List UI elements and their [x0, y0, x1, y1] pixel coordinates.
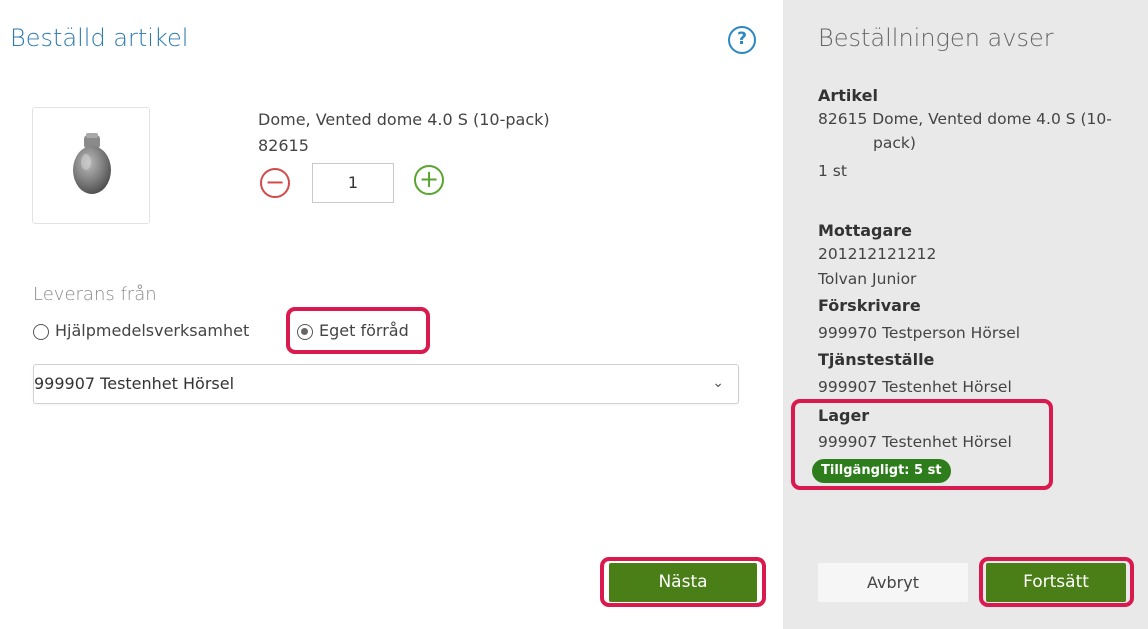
stock-heading: Lager — [818, 406, 870, 425]
radio-eget-forrad[interactable] — [297, 324, 313, 340]
recipient-name: Tolvan Junior — [818, 270, 917, 288]
minus-circle-icon[interactable]: − — [260, 168, 290, 198]
product-image — [32, 107, 150, 224]
recipient-heading: Mottagare — [818, 221, 912, 240]
radio-hjalpmedelsverksamhet[interactable] — [33, 324, 49, 340]
article-line1: 82615 Dome, Vented dome 4.0 S (10- — [818, 110, 1112, 128]
recipient-id: 201212121212 — [818, 245, 937, 263]
summary-title: Beställningen avser — [818, 24, 1054, 52]
service-location-heading: Tjänsteställe — [818, 350, 935, 369]
chevron-down-icon: ⌄ — [712, 375, 724, 391]
next-button[interactable]: Nästa — [609, 563, 757, 602]
unit-select-value: 999907 Testenhet Hörsel — [34, 374, 235, 393]
question-circle-icon[interactable]: ? — [728, 26, 756, 54]
prescriber-heading: Förskrivare — [818, 296, 921, 315]
radio-label-eget-forrad[interactable]: Eget förråd — [319, 321, 409, 340]
article-line2: pack) — [873, 134, 916, 152]
prescriber-value: 999970 Testperson Hörsel — [818, 324, 1021, 342]
quantity-input[interactable]: 1 — [312, 163, 394, 203]
cancel-button[interactable]: Avbryt — [818, 563, 968, 602]
hearing-aid-dome-icon — [73, 133, 111, 194]
radio-label-hjalpmedelsverksamhet[interactable]: Hjälpmedelsverksamhet — [55, 321, 249, 340]
article-quantity: 1 st — [818, 162, 847, 180]
article-heading: Artikel — [818, 86, 878, 105]
continue-button[interactable]: Fortsätt — [986, 563, 1126, 602]
availability-badge: Tillgängligt: 5 st — [812, 459, 951, 483]
product-sku: 82615 — [258, 136, 309, 155]
product-name: Dome, Vented dome 4.0 S (10-pack) — [258, 110, 550, 129]
order-item-panel: Beställd artikel ? Dome, Vented dome 4.0… — [0, 0, 783, 629]
stock-value: 999907 Testenhet Hörsel — [818, 433, 1012, 451]
unit-select[interactable]: 999907 Testenhet Hörsel ⌄ — [33, 364, 739, 404]
plus-circle-icon[interactable]: + — [414, 165, 444, 195]
delivery-label: Leverans från — [33, 284, 157, 305]
page-title: Beställd artikel — [10, 24, 189, 52]
service-location-value: 999907 Testenhet Hörsel — [818, 378, 1012, 396]
